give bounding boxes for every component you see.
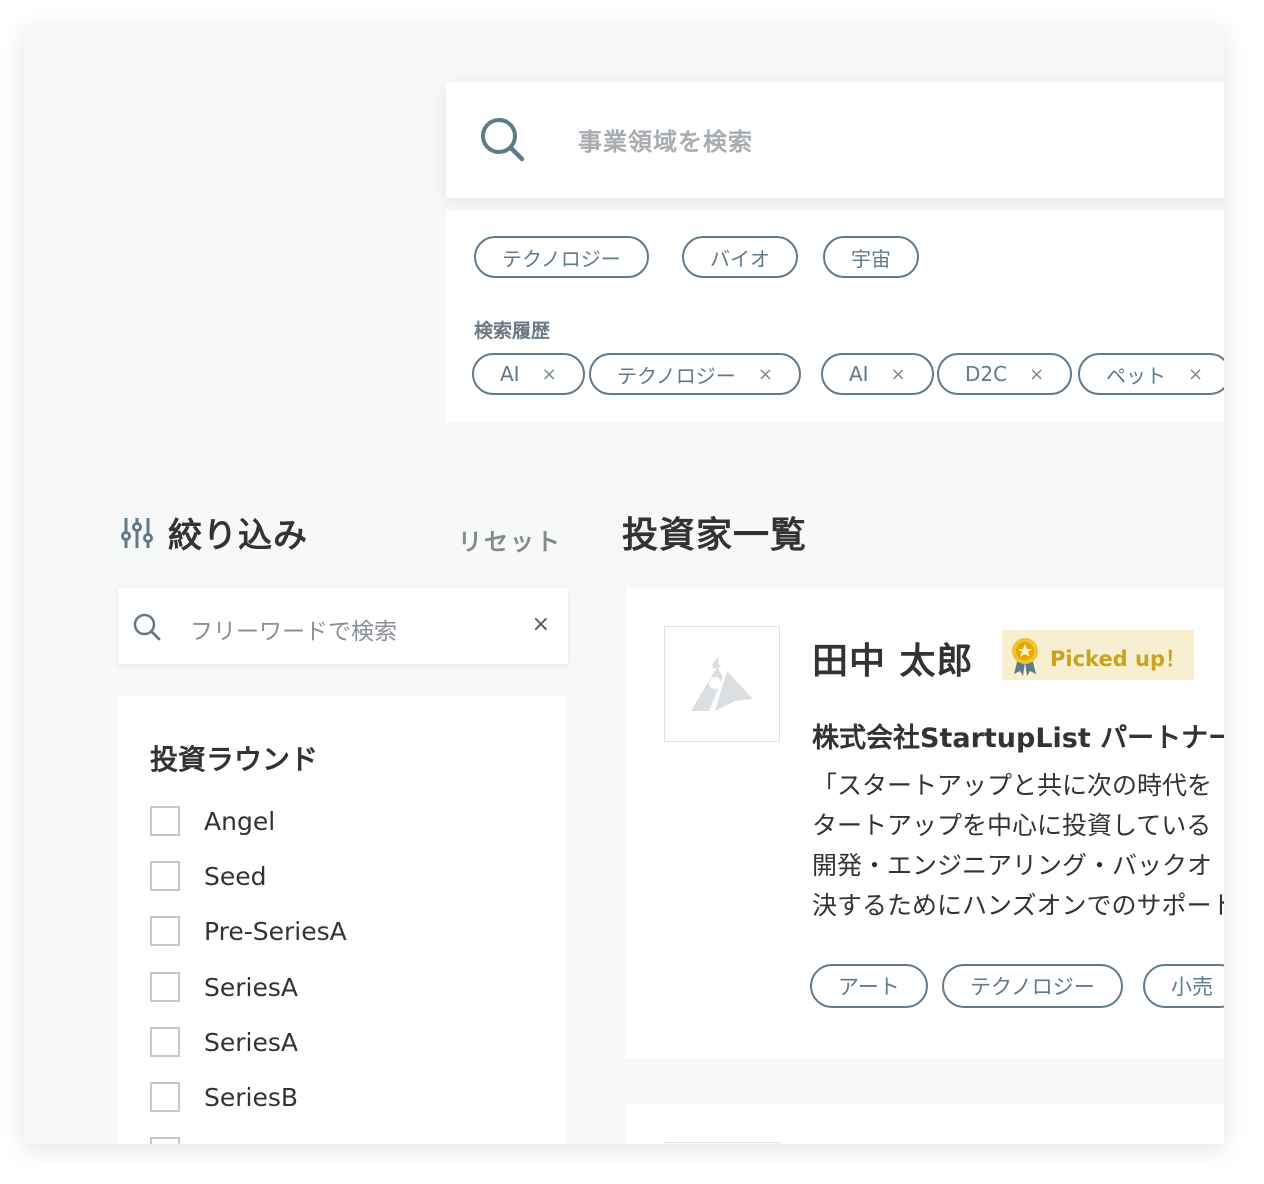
checkbox[interactable] — [150, 1027, 180, 1057]
round-option[interactable]: Seed — [150, 861, 267, 891]
investment-round-title: 投資ラウンド — [150, 743, 319, 776]
remove-icon[interactable]: × — [1188, 364, 1203, 385]
picked-up-label: Picked up！ — [1050, 647, 1187, 671]
round-option[interactable]: SeriesA — [150, 972, 298, 1002]
checkbox[interactable] — [150, 1082, 180, 1112]
round-option-label: SeriesA — [204, 1027, 298, 1057]
free-word-input[interactable]: フリーワードで検索 — [190, 612, 397, 646]
investor-name[interactable]: 田中 太郎 — [812, 632, 974, 684]
history-chip-label: AI — [849, 362, 869, 386]
history-chip[interactable]: ペット × — [1078, 353, 1224, 395]
placeholder-logo-icon — [691, 657, 753, 711]
search-icon — [133, 613, 161, 641]
round-option[interactable] — [150, 1137, 180, 1144]
filter-title: 絞り込み — [168, 516, 308, 556]
description-line: 「スタートアップと共に次の時代を — [812, 771, 1213, 800]
remove-icon[interactable]: × — [758, 364, 773, 385]
investor-list-title: 投資家一覧 — [622, 515, 808, 556]
checkbox[interactable] — [150, 916, 180, 946]
domain-search-bar[interactable]: 事業領域を検索 — [446, 82, 1224, 198]
app-frame: 事業領域を検索 テクノロジー バイオ 宇宙 検索履歴 AI × テクノロジー × A… — [24, 24, 1224, 1144]
free-word-search[interactable]: フリーワードで検索 × — [118, 588, 568, 664]
history-chip[interactable]: D2C × — [937, 353, 1073, 395]
investor-company: 株式会社StartupList パートナー — [812, 723, 1224, 754]
history-chip[interactable]: AI × — [472, 353, 585, 395]
round-option-label: SeriesA — [204, 972, 298, 1002]
checkbox[interactable] — [150, 861, 180, 891]
history-chip-label: ペット — [1106, 363, 1166, 388]
sliders-icon — [121, 517, 153, 548]
suggestion-chip-label: テクノロジー — [502, 246, 621, 271]
search-history-label: 検索履歴 — [474, 320, 551, 342]
medal-icon — [1012, 638, 1038, 676]
history-chip[interactable]: AI × — [821, 353, 934, 395]
tag-chip[interactable]: テクノロジー — [942, 964, 1123, 1008]
filter-header: 絞り込み — [120, 508, 308, 557]
round-option[interactable]: Angel — [150, 806, 275, 836]
round-option[interactable]: SeriesB — [150, 1082, 298, 1112]
search-suggestions-panel: テクノロジー バイオ 宇宙 検索履歴 AI × テクノロジー × AI × D2C × … — [446, 210, 1224, 422]
investor-avatar — [664, 1142, 780, 1144]
description-line: タートアップを中心に投資している — [812, 811, 1212, 840]
picked-up-badge: Picked up！ — [1002, 630, 1194, 680]
reset-button[interactable]: リセット — [458, 522, 562, 557]
suggestion-chip[interactable]: テクノロジー — [474, 236, 649, 278]
round-option[interactable]: SeriesA — [150, 1027, 298, 1057]
tag-label: アート — [838, 975, 900, 999]
tag-label: テクノロジー — [970, 975, 1095, 999]
tag-chip[interactable]: アート — [810, 964, 928, 1008]
history-chip-label: テクノロジー — [617, 363, 736, 388]
search-icon — [481, 118, 525, 162]
round-option[interactable]: Pre-SeriesA — [150, 916, 347, 946]
clear-icon[interactable]: × — [532, 612, 550, 637]
investor-description: 「スタートアップと共に次の時代を タートアップを中心に投資している 開発・エンジ… — [812, 766, 1224, 926]
round-option-label: SeriesB — [204, 1082, 299, 1112]
checkbox[interactable] — [150, 972, 180, 1002]
round-option-label: Seed — [204, 861, 267, 891]
tag-label: 小売 — [1171, 975, 1213, 999]
domain-search-input[interactable]: 事業領域を検索 — [578, 122, 753, 157]
investor-avatar — [664, 626, 780, 742]
remove-icon[interactable]: × — [1029, 364, 1044, 385]
description-line: 決するためにハンズオンでのサポート — [812, 891, 1224, 920]
checkbox[interactable] — [150, 806, 180, 836]
checkbox[interactable] — [150, 1137, 180, 1144]
history-chip-label: D2C — [965, 362, 1008, 386]
tag-chip[interactable]: 小売 — [1143, 964, 1224, 1008]
round-option-label: Angel — [204, 806, 276, 836]
investor-card[interactable]: 田中 太郎 Picked up！ 株式会社StartupList パートナー 「… — [626, 588, 1224, 1058]
suggestion-chip-label: 宇宙 — [851, 246, 891, 271]
investor-card[interactable] — [626, 1104, 1224, 1144]
description-line: 開発・エンジニアリング・バックオ — [812, 851, 1213, 880]
suggestion-chip[interactable]: バイオ — [682, 236, 798, 278]
round-option-label: Pre-SeriesA — [204, 916, 347, 946]
investment-round-filter: 投資ラウンド Angel Seed Pre-SeriesA SeriesA Se… — [118, 696, 566, 1144]
suggestion-chip[interactable]: 宇宙 — [823, 236, 919, 278]
remove-icon[interactable]: × — [891, 364, 906, 385]
history-chip[interactable]: テクノロジー × — [589, 353, 801, 395]
remove-icon[interactable]: × — [542, 364, 557, 385]
suggestion-chip-label: バイオ — [710, 246, 770, 271]
history-chip-label: AI — [500, 362, 520, 386]
